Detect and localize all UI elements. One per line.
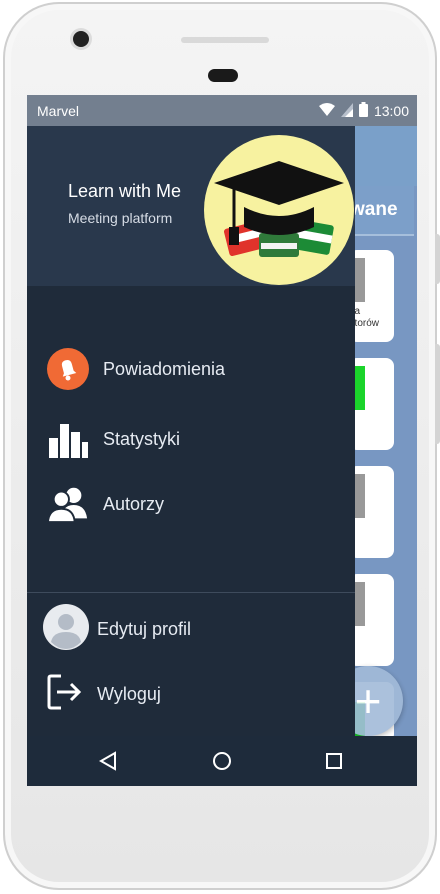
drawer-divider — [27, 592, 355, 593]
phone-frame: Marvel 13:00 wane baatorów — [3, 2, 440, 890]
carrier-label: Marvel — [37, 103, 80, 119]
home-button[interactable] — [209, 748, 235, 774]
background-card[interactable] — [349, 574, 394, 666]
android-nav-bar — [27, 736, 417, 786]
volume-button — [435, 234, 440, 284]
wifi-icon — [318, 102, 335, 120]
avatar-icon — [43, 603, 89, 655]
menu-item-notifications[interactable]: Powiadomienia — [47, 345, 225, 393]
screen: Marvel 13:00 wane baatorów — [27, 95, 417, 786]
recents-button[interactable] — [321, 748, 347, 774]
power-button — [435, 344, 440, 444]
back-triangle-icon — [99, 751, 116, 771]
drawer-header: Learn with Me Meeting platform — [27, 126, 355, 286]
menu-item-authors[interactable]: Autorzy — [47, 480, 164, 528]
front-camera — [73, 31, 89, 47]
background-card[interactable] — [349, 466, 394, 558]
drawer-title: Learn with Me — [68, 181, 182, 201]
graduation-cap-logo — [204, 135, 354, 285]
edit-profile-label: Edytuj profil — [97, 618, 192, 639]
home-circle-icon — [213, 752, 231, 770]
background-card[interactable]: baatorów — [349, 250, 394, 342]
battery-icon — [358, 102, 368, 120]
menu-item-authors-label: Autorzy — [103, 493, 165, 514]
menu-item-statistics-label: Statystyki — [103, 428, 181, 449]
status-time: 13:00 — [373, 103, 409, 119]
background-card[interactable] — [349, 358, 394, 450]
logout-item[interactable]: Wyloguj — [43, 670, 161, 718]
status-bar: Marvel 13:00 — [27, 95, 417, 126]
earpiece-speaker — [181, 37, 269, 43]
recents-square-icon — [326, 753, 342, 769]
back-button[interactable] — [95, 748, 121, 774]
signal-icon — [340, 102, 353, 120]
menu-item-notifications-label: Powiadomienia — [103, 358, 226, 379]
bell-icon — [47, 348, 89, 390]
edit-profile-item[interactable]: Edytuj profil — [43, 603, 192, 655]
background-tab-label: wane — [350, 199, 398, 220]
drawer-subtitle: Meeting platform — [68, 210, 173, 226]
logout-icon — [43, 672, 89, 717]
people-icon — [47, 483, 89, 525]
logout-label: Wyloguj — [97, 683, 161, 704]
menu-item-statistics[interactable]: Statystyki — [47, 415, 180, 463]
background-tab[interactable]: wane — [350, 186, 414, 236]
navigation-drawer: Learn with Me Meeting platform Powiadomi… — [27, 126, 355, 736]
proximity-sensor — [208, 69, 238, 82]
bar-chart-icon — [47, 418, 89, 460]
